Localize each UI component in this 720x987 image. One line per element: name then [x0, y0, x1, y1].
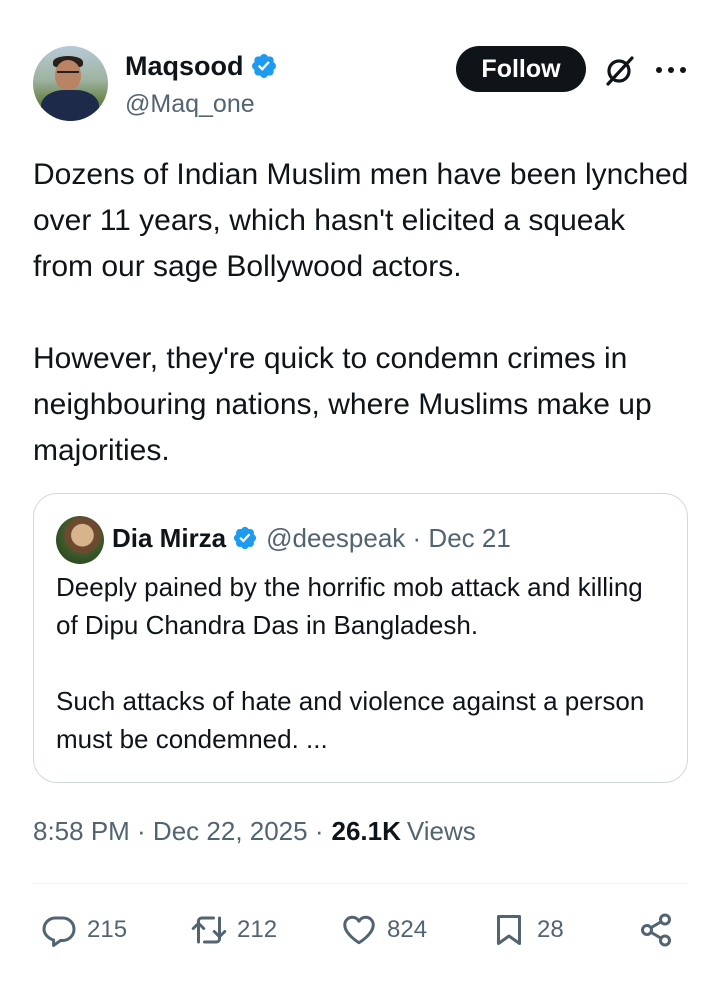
- author-handle[interactable]: @Maq_one: [125, 90, 255, 119]
- repost-count: 212: [237, 916, 278, 943]
- like-button[interactable]: 824: [341, 905, 427, 955]
- share-button[interactable]: [638, 905, 674, 955]
- author-name[interactable]: Maqsood: [125, 51, 244, 82]
- follow-button[interactable]: Follow: [456, 46, 586, 92]
- bookmark-count: 28: [537, 916, 564, 943]
- heart-icon: [343, 915, 375, 945]
- more-icon[interactable]: [653, 60, 689, 80]
- bookmark-button[interactable]: 28: [491, 905, 564, 955]
- repost-icon: [191, 916, 227, 944]
- author-name-row: Maqsood: [125, 50, 278, 82]
- share-icon: [641, 913, 671, 947]
- reply-icon: [42, 916, 76, 947]
- action-bar: 215 212 824 28: [33, 905, 688, 955]
- reply-count: 215: [87, 916, 128, 943]
- repost-button[interactable]: 212: [191, 905, 277, 955]
- quote-header: Dia Mirza @deespeak · Dec 21: [112, 522, 511, 554]
- quote-text: Deeply pained by the horrific mob attack…: [56, 572, 645, 754]
- verified-badge-icon: [234, 526, 257, 550]
- tweet-text: Dozens of Indian Muslim men have been ly…: [33, 158, 689, 467]
- quote-author-name: Dia Mirza: [112, 522, 227, 553]
- like-count: 824: [387, 916, 428, 943]
- verified-badge-icon: [251, 54, 276, 78]
- views-count: 26.1K: [331, 816, 401, 846]
- author-avatar[interactable]: [33, 46, 108, 121]
- bookmark-icon: [497, 915, 521, 945]
- tweet-timestamp[interactable]: 8:58 PM · Dec 22, 2025 ·: [33, 816, 323, 847]
- divider: [33, 883, 688, 884]
- quoted-tweet[interactable]: Dia Mirza @deespeak · Dec 21 Deeply pain…: [33, 493, 688, 783]
- views-label: Views: [406, 816, 476, 846]
- quote-handle-date: @deespeak · Dec 21: [266, 522, 511, 553]
- reply-button[interactable]: 215: [41, 905, 127, 955]
- tweet-meta: 8:58 PM · Dec 22, 2025 · 26.1K Views: [33, 816, 476, 847]
- grok-icon[interactable]: [603, 54, 637, 88]
- tweet-header: Maqsood @Maq_one Follow: [33, 46, 688, 126]
- quote-author-avatar: [56, 516, 104, 564]
